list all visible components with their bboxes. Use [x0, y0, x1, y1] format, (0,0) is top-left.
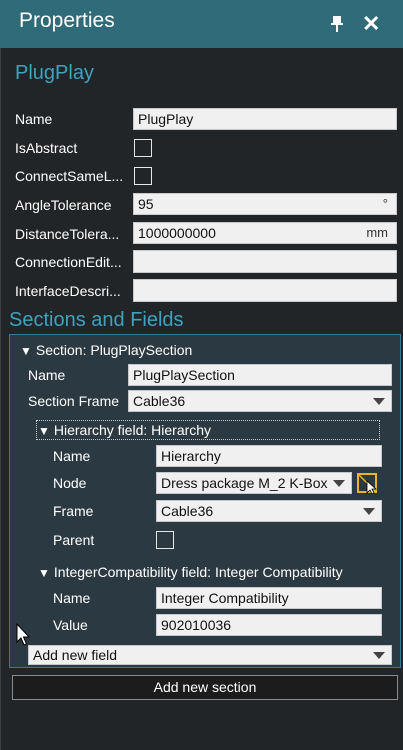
isabstract-checkbox[interactable]	[134, 139, 152, 157]
interface-description-label: InterfaceDescri...	[15, 283, 121, 299]
close-icon[interactable]: ✕	[362, 12, 380, 36]
hierarchy-frame-value: Cable36	[161, 503, 214, 519]
section-name-label: Name	[28, 367, 66, 383]
interface-description-field[interactable]	[133, 279, 397, 302]
section-frame-value: Cable36	[133, 393, 186, 409]
angle-unit: °	[382, 196, 388, 211]
collapse-triangle-icon: ▼	[38, 566, 50, 580]
hierarchy-frame-label: Frame	[53, 503, 94, 519]
chevron-down-icon	[373, 652, 385, 659]
connection-edit-label: ConnectionEdit...	[15, 254, 122, 270]
node-pick-icon[interactable]	[357, 471, 379, 495]
distance-unit: mm	[366, 225, 388, 240]
hierarchy-node-value: Dress package M_2 K-Box	[161, 475, 328, 491]
pin-icon[interactable]	[327, 14, 347, 34]
sections-heading: Sections and Fields	[9, 309, 184, 331]
isabstract-label: IsAbstract	[15, 140, 78, 156]
add-new-section-button[interactable]: Add new section	[12, 675, 398, 700]
name-field[interactable]: PlugPlay	[133, 108, 397, 130]
name-label: Name	[15, 111, 53, 127]
connectsame-checkbox[interactable]	[134, 167, 152, 185]
section-header[interactable]: ▼ Section: PlugPlaySection	[20, 341, 192, 360]
section-frame-label: Section Frame	[28, 393, 120, 409]
hierarchy-node-select[interactable]: Dress package M_2 K-Box	[156, 472, 352, 494]
angle-tolerance-label: AngleTolerance	[15, 197, 112, 213]
hierarchy-header[interactable]: ▼ Hierarchy field: Hierarchy	[38, 421, 211, 440]
hierarchy-frame-select[interactable]: Cable36	[156, 500, 382, 522]
collapse-triangle-icon: ▼	[38, 424, 50, 438]
integer-name-label: Name	[53, 590, 91, 606]
hierarchy-name-field[interactable]: Hierarchy	[156, 445, 382, 467]
chevron-down-icon	[373, 398, 385, 405]
distance-tolerance-field[interactable]: 1000000000 mm	[133, 222, 397, 244]
hierarchy-node-label: Node	[53, 475, 87, 491]
integer-header-text: IntegerCompatibility field: Integer Comp…	[53, 564, 343, 580]
mouse-cursor-icon	[16, 623, 31, 646]
hierarchy-parent-label: Parent	[53, 532, 95, 548]
connectsame-label: ConnectSameL...	[15, 168, 124, 184]
add-new-field-value: Add new field	[33, 647, 118, 663]
hierarchy-name-label: Name	[53, 448, 91, 464]
section-frame-select[interactable]: Cable36	[128, 390, 392, 412]
integer-name-field[interactable]: Integer Compatibility	[156, 587, 382, 609]
collapse-triangle-icon: ▼	[20, 344, 32, 358]
object-name: PlugPlay	[15, 62, 94, 84]
chevron-down-icon	[333, 480, 345, 487]
connection-edit-field[interactable]	[133, 250, 397, 273]
section-name-field[interactable]: PlugPlaySection	[128, 364, 392, 386]
panel-title: Properties	[19, 9, 115, 32]
hierarchy-parent-checkbox[interactable]	[156, 531, 174, 549]
section-header-text: Section: PlugPlaySection	[35, 342, 193, 358]
integer-value-label: Value	[53, 617, 88, 633]
hierarchy-header-text: Hierarchy field: Hierarchy	[53, 422, 212, 438]
distance-tolerance-label: DistanceTolera...	[15, 226, 120, 242]
integer-value-field[interactable]: 902010036	[156, 614, 382, 636]
distance-tolerance-value: 1000000000	[138, 225, 216, 241]
angle-tolerance-field[interactable]: 95 °	[133, 193, 397, 215]
integer-header[interactable]: ▼ IntegerCompatibility field: Integer Com…	[38, 563, 343, 582]
angle-tolerance-value: 95	[138, 196, 154, 212]
add-new-field-select[interactable]: Add new field	[28, 645, 392, 665]
chevron-down-icon	[363, 508, 375, 515]
